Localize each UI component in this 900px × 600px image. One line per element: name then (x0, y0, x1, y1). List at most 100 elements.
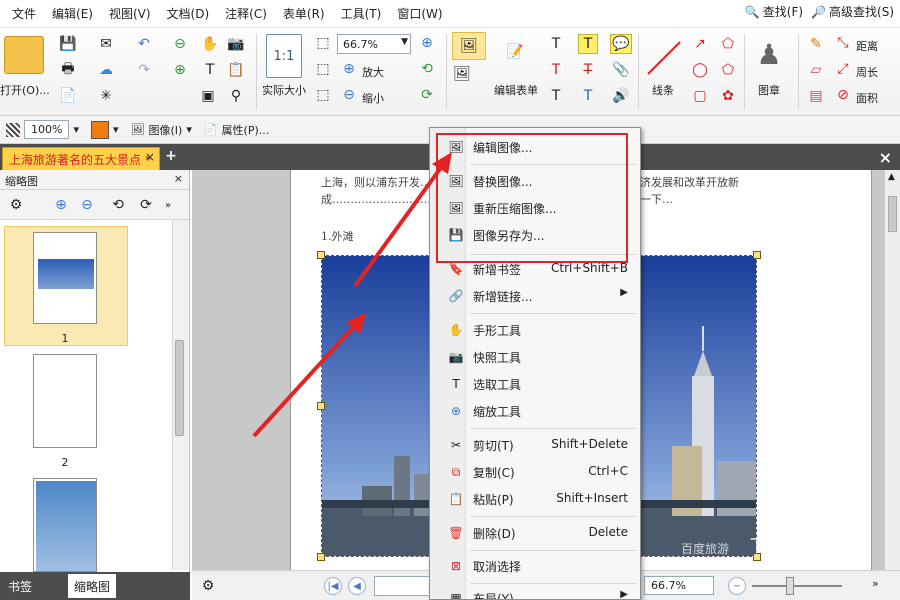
fill-color-swatch[interactable] (90, 120, 109, 139)
thumbnail-scrollbar[interactable] (172, 220, 188, 570)
document-scroll-up-icon[interactable]: ▲ (888, 172, 895, 182)
rotate-left-icon[interactable]: ⟲ (418, 60, 436, 78)
stamp-icon[interactable]: ♟ (752, 34, 786, 74)
menu-item-layout[interactable]: ▦ 布局(Y) ▶ (430, 585, 640, 599)
properties-button[interactable]: 📄 属性(P)... (198, 122, 275, 138)
menu-item-add-link[interactable]: 🔗 新增链接... ▶ (430, 283, 640, 309)
fit-width-icon[interactable]: ⬚ (314, 60, 332, 78)
hand-tool-icon[interactable]: ✋ (200, 34, 220, 54)
forward-icon[interactable]: ⊕ (170, 60, 190, 80)
zoom-out-icon[interactable]: ⊖ (340, 86, 358, 104)
image-menu-button[interactable]: 🖼 图像(I) ▾ (125, 122, 198, 138)
attach-icon[interactable]: 📎 (610, 60, 632, 80)
close-all-icon[interactable]: × (879, 148, 892, 167)
rotate-ccw-icon[interactable]: ⟲ (108, 196, 128, 214)
zoom-plus-small-icon[interactable]: ⊕ (418, 34, 436, 52)
sound-icon[interactable]: 🔊 (610, 86, 632, 106)
menu-view[interactable]: 视图(V) (101, 5, 159, 22)
status-gear-icon[interactable]: ⚙ (198, 577, 218, 595)
menu-comment[interactable]: 注释(C) (217, 5, 275, 22)
callout-icon[interactable]: T (546, 86, 566, 106)
perimeter-label[interactable]: 周长 (856, 64, 878, 80)
document-scroll-thumb[interactable] (888, 196, 897, 232)
options-gear-icon[interactable]: ⚙ (6, 196, 26, 214)
thumbnail-page-1[interactable] (33, 232, 97, 324)
new-doc-icon[interactable]: ✳ (96, 86, 116, 106)
menu-item-cut[interactable]: ✂ 剪切(T) Shift+Delete (430, 432, 640, 458)
zoom-slider-thumb[interactable] (786, 577, 794, 595)
rectangle-tool-icon[interactable]: ▢ (690, 86, 710, 106)
email-icon[interactable]: ✉ (96, 34, 116, 54)
thumbnails-tab[interactable]: 缩略图 (68, 574, 117, 598)
menu-item-select-tool[interactable]: T 选取工具 (430, 371, 640, 397)
area-label[interactable]: 面积 (856, 90, 878, 106)
menu-window[interactable]: 窗口(W) (389, 5, 450, 22)
edit-form-icon[interactable]: 📝 (500, 34, 530, 70)
thumbnail-page-3[interactable] (33, 478, 97, 572)
menu-file[interactable]: 文件 (4, 5, 44, 22)
rotate-cw-icon[interactable]: ⟳ (136, 196, 156, 214)
line-label[interactable]: 线条 (652, 82, 674, 98)
text-box-icon[interactable]: T (546, 60, 566, 80)
clipboard-icon[interactable]: 📋 (226, 60, 246, 80)
prev-page-button[interactable]: ◀ (348, 577, 366, 595)
opacity-select[interactable]: 100% (24, 120, 70, 139)
menu-document[interactable]: 文档(D) (159, 5, 218, 22)
more-status-icon[interactable]: » (872, 577, 879, 590)
ellipse-tool-icon[interactable]: ◯ (690, 60, 710, 80)
resize-handle-tl[interactable] (317, 251, 325, 259)
menu-item-snapshot-tool[interactable]: 📷 快照工具 (430, 344, 640, 370)
note-icon[interactable]: 💬 (610, 34, 632, 54)
zoom-slider-track[interactable] (752, 585, 842, 587)
resize-handle-l[interactable] (317, 402, 325, 410)
frame-icon[interactable]: ▣ (198, 86, 218, 106)
search-button[interactable]: 🔍 查找(F) (745, 3, 803, 20)
cloud-icon[interactable]: ☁ (96, 60, 116, 80)
arrow-tool-icon[interactable]: ↗ (690, 34, 710, 54)
advanced-search-button[interactable]: 🔎 高级查找(S) (811, 3, 894, 20)
document-scrollbar[interactable]: ▲ (884, 170, 900, 570)
thumbnail-scroll-thumb[interactable] (175, 340, 184, 436)
cloud-shape-icon[interactable]: ✿ (718, 86, 738, 106)
close-tab-icon[interactable]: × (145, 150, 155, 164)
export-icon[interactable]: 📄 (58, 86, 78, 106)
shrink-thumb-icon[interactable]: ⊖ (78, 196, 96, 214)
stamp-label[interactable]: 图章 (758, 82, 780, 98)
area-icon[interactable]: ⊘ (834, 86, 852, 104)
image-tool-icon[interactable]: 🖼 (452, 32, 486, 60)
polygon-tool-icon[interactable]: ⬠ (718, 34, 738, 54)
area-highlight-icon[interactable]: ▤ (806, 86, 826, 106)
select-text-tool-icon[interactable]: T (200, 60, 220, 80)
save-icon[interactable]: 💾 (58, 34, 78, 54)
menu-item-paste[interactable]: 📋 粘贴(P) Shift+Insert (430, 486, 640, 512)
menu-tools[interactable]: 工具(T) (333, 5, 390, 22)
resize-handle-bl[interactable] (317, 553, 325, 561)
bookmarks-tab[interactable]: 书签 (2, 574, 38, 598)
first-page-button[interactable]: |◀ (324, 577, 342, 595)
menu-edit[interactable]: 编辑(E) (44, 5, 101, 22)
menu-item-delete[interactable]: 🗑 删除(D) Delete (430, 520, 640, 546)
more-tools-icon[interactable]: » (162, 196, 174, 214)
rotate-right-icon[interactable]: ⟳ (418, 86, 436, 104)
fit-visible-icon[interactable]: ⬚ (314, 86, 332, 104)
new-tab-icon[interactable]: + (164, 149, 178, 163)
redo-icon[interactable]: ↷ (134, 60, 154, 80)
fit-page-icon[interactable]: ⬚ (314, 34, 332, 52)
back-icon[interactable]: ⊖ (170, 34, 190, 54)
undo-icon[interactable]: ↶ (134, 34, 154, 54)
snapshot-icon[interactable]: 📷 (226, 34, 246, 54)
strikeout-icon[interactable]: T̶ (578, 60, 598, 80)
binoculars-icon[interactable]: ⚲ (226, 86, 246, 106)
status-zoom-select[interactable]: 66.7% (644, 576, 714, 595)
menu-item-deselect[interactable]: ⊠ 取消选择 (430, 553, 640, 579)
close-panel-icon[interactable]: × (174, 172, 183, 185)
thumbnail-page-2[interactable] (33, 354, 97, 448)
typewriter-icon[interactable]: T (578, 34, 598, 54)
menu-form[interactable]: 表单(R) (275, 5, 333, 22)
distance-icon[interactable]: ⤡ (834, 34, 852, 52)
enlarge-thumb-icon[interactable]: ⊕ (52, 196, 70, 214)
line-tool-icon[interactable] (644, 38, 684, 78)
eraser-icon[interactable]: ▱ (806, 60, 826, 80)
resize-handle-tr[interactable] (753, 251, 761, 259)
color-picker[interactable]: ▾ (85, 120, 125, 139)
